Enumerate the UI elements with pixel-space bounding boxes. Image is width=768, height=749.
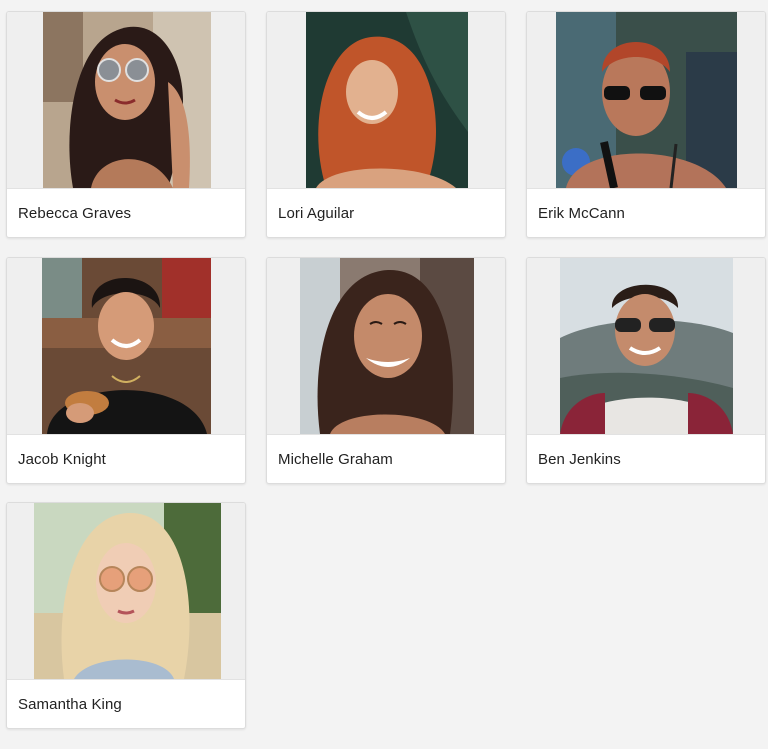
photo-frame (267, 12, 505, 189)
person-name: Samantha King (18, 696, 122, 713)
person-photo[interactable] (34, 503, 221, 679)
photo-frame (527, 12, 765, 189)
photo-frame (267, 258, 505, 435)
person-card[interactable]: Lori Aguilar (266, 11, 506, 238)
person-name: Michelle Graham (278, 451, 393, 468)
person-photo[interactable] (306, 12, 468, 188)
person-name: Ben Jenkins (538, 451, 621, 468)
person-name: Rebecca Graves (18, 205, 132, 222)
photo-frame (527, 258, 765, 435)
person-card[interactable]: Erik McCann (526, 11, 766, 238)
photo-frame (7, 258, 245, 435)
people-gallery: Rebecca Graves Lori Aguilar Erik McCann … (0, 0, 768, 749)
person-name: Lori Aguilar (278, 205, 355, 222)
person-card[interactable]: Jacob Knight (6, 257, 246, 484)
person-card[interactable]: Samantha King (6, 502, 246, 729)
person-photo[interactable] (43, 12, 211, 188)
person-photo[interactable] (300, 258, 474, 434)
person-card[interactable]: Michelle Graham (266, 257, 506, 484)
person-photo[interactable] (560, 258, 733, 434)
person-photo[interactable] (556, 12, 737, 188)
person-card[interactable]: Ben Jenkins (526, 257, 766, 484)
person-name: Jacob Knight (18, 451, 106, 468)
person-name: Erik McCann (538, 205, 625, 222)
person-card[interactable]: Rebecca Graves (6, 11, 246, 238)
person-photo[interactable] (42, 258, 211, 434)
photo-frame (7, 12, 245, 189)
photo-frame (7, 503, 245, 680)
